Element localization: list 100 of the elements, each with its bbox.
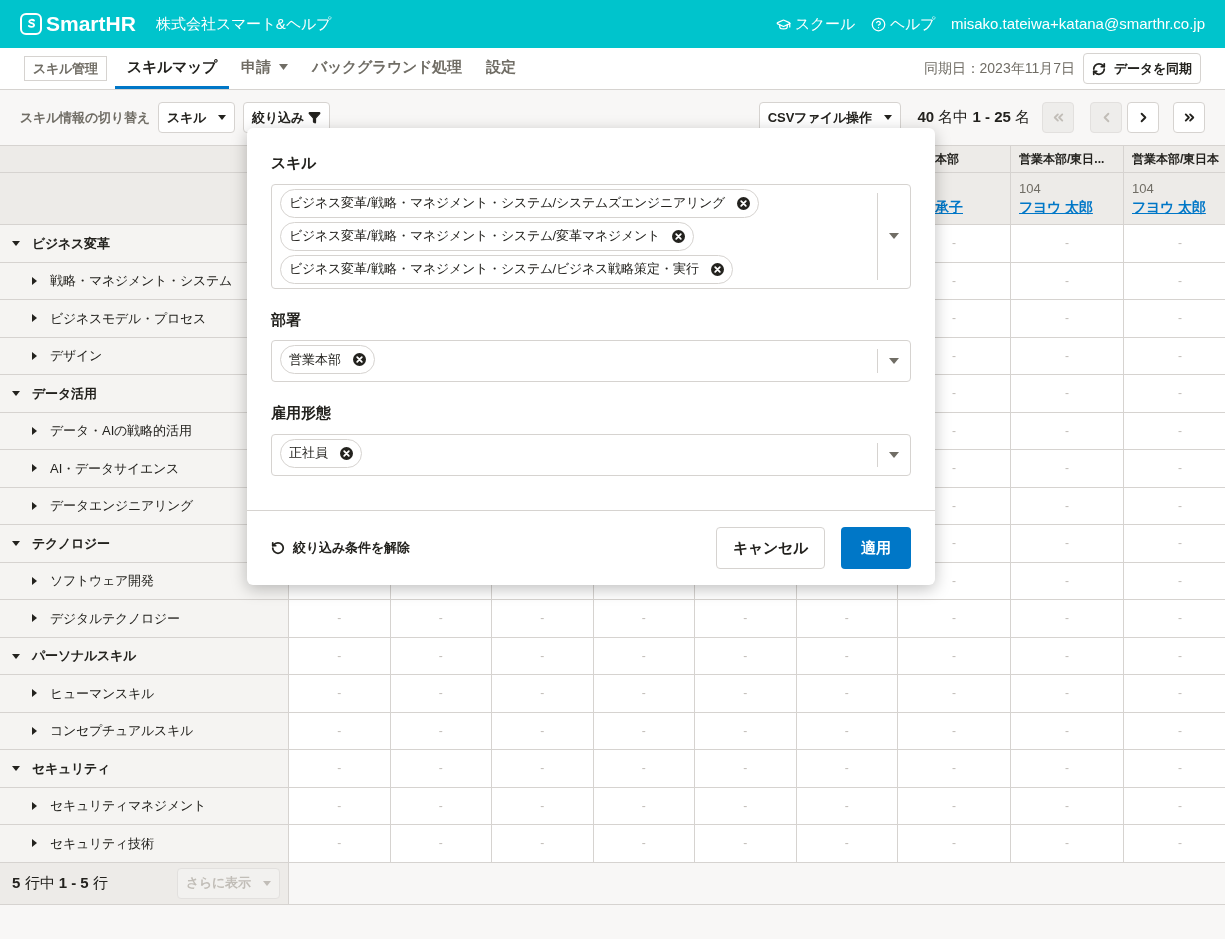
expand-caret-icon[interactable]	[30, 501, 38, 510]
skill-level-cell-text: -	[1065, 422, 1069, 440]
skill-level-cell-text: -	[952, 422, 956, 440]
collapse-caret-icon[interactable]	[12, 764, 20, 773]
pager-button[interactable]	[1127, 102, 1159, 133]
skill-level-cell-text: -	[540, 610, 545, 628]
caret-icon[interactable]	[889, 358, 899, 364]
skill-level-cell-text: -	[952, 685, 956, 703]
skill-level-cell-text: -	[1065, 797, 1069, 815]
expand-caret-icon[interactable]	[30, 614, 38, 623]
skill-level-cell-text: -	[952, 610, 956, 628]
apply-button[interactable]: 適用	[841, 527, 911, 569]
employee-name-link[interactable]: フヨウ 太郎	[1132, 197, 1206, 217]
skill-name[interactable]: セキュリティ技術	[50, 833, 154, 853]
skill-level-cell-text: -	[1178, 535, 1182, 553]
remove-icon[interactable]	[711, 262, 725, 276]
employee-name-link[interactable]: 承子	[935, 196, 963, 217]
remove-icon[interactable]	[353, 353, 366, 366]
skill-level-cell-text: -	[438, 647, 443, 665]
skill-level-cell-text: -	[1178, 385, 1182, 403]
expand-caret-icon[interactable]	[30, 314, 38, 323]
skill-level-cell-text: -	[743, 685, 748, 703]
skill-level-cell-text: -	[1178, 647, 1182, 665]
expand-caret-icon[interactable]	[30, 839, 38, 848]
skill-level-cell-text: -	[337, 760, 342, 778]
caret-icon[interactable]	[889, 451, 899, 458]
expand-caret-icon[interactable]	[30, 351, 38, 360]
department-header: 営業本部/東日...	[1019, 151, 1105, 168]
skill-level-cell-text: -	[438, 835, 443, 853]
help-icon	[870, 16, 886, 32]
nav-tab[interactable]: 申請	[229, 48, 300, 89]
skill-level-cell-text: -	[952, 310, 956, 328]
skill-name[interactable]: ビジネスモデル・プロセス	[50, 308, 206, 328]
caret-icon[interactable]	[889, 233, 899, 239]
skill-level-cell-text: -	[1065, 647, 1069, 665]
expand-caret-icon[interactable]	[30, 726, 38, 735]
collapse-caret-icon[interactable]	[12, 651, 20, 660]
skill-level-cell-text: -	[844, 722, 849, 740]
skill-name[interactable]: デザイン	[50, 346, 102, 366]
collapse-caret-icon[interactable]	[12, 239, 20, 248]
skill-name[interactable]: ビジネス変革	[32, 233, 110, 253]
skill-level-cell-text: -	[952, 497, 956, 515]
expand-caret-icon[interactable]	[30, 576, 38, 585]
skill-level-cell-text: -	[743, 610, 748, 628]
filter-section-label: 雇用形態	[271, 403, 332, 423]
sync-date: 同期日：2023年11月7日	[923, 59, 1075, 78]
skill-level-cell-text: -	[438, 722, 443, 740]
skill-level-cell-text: -	[743, 835, 748, 853]
expand-caret-icon[interactable]	[30, 276, 38, 285]
skill-level-cell-text: -	[641, 610, 646, 628]
skill-level-cell-text: -	[952, 572, 956, 590]
skill-level-cell-text: -	[337, 685, 342, 703]
skill-name[interactable]: セキュリティ	[32, 758, 110, 778]
skill-level-cell-text: -	[438, 685, 443, 703]
skill-level-cell-text: -	[540, 685, 545, 703]
skill-name[interactable]: パーソナルスキル	[32, 646, 136, 666]
skill-level-cell-text: -	[1065, 722, 1069, 740]
skill-level-cell-text: -	[844, 760, 849, 778]
pager-button[interactable]	[1173, 102, 1205, 133]
collapse-caret-icon[interactable]	[12, 539, 20, 548]
skill-level-cell-text: -	[641, 835, 646, 853]
remove-icon[interactable]	[672, 229, 686, 243]
remove-icon[interactable]	[340, 446, 353, 460]
sync-button[interactable]: データを同期	[1083, 53, 1201, 84]
skill-level-cell-text: -	[952, 235, 956, 253]
skill-level-cell-text: -	[952, 272, 956, 290]
skill-level-cell-text: -	[952, 647, 956, 665]
collapse-caret-icon[interactable]	[12, 389, 20, 398]
multi-select-field[interactable]: ビジネス変革/戦略・マネジメント・システム/システムズエンジニアリング ビジネス変革/戦略・マネジメント・システム/変革マネジメント ビジネス変革/戦略・マネジメント・システム/ビジネス戦略策定・実行	[271, 183, 911, 289]
skill-level-cell-text: -	[1178, 797, 1182, 815]
multi-select-field[interactable]: 正社員	[271, 433, 911, 476]
nav-tab[interactable]: 設定	[474, 48, 528, 89]
skill-level-cell-text: -	[337, 797, 342, 815]
skill-level-cell-text: -	[1178, 760, 1182, 778]
reset-filter-button[interactable]: 絞り込み条件を解除	[271, 538, 410, 558]
skill-level-cell-text: -	[1178, 235, 1182, 253]
skill-name[interactable]: ヒューマンスキル	[50, 683, 154, 703]
skill-level-cell-text: -	[1178, 835, 1182, 853]
skill-name[interactable]: データ活用	[32, 383, 97, 403]
skill-level-cell-text: -	[1065, 235, 1069, 253]
employee-name-link[interactable]: フヨウ 太郎	[1019, 197, 1093, 217]
skill-level-cell-text: -	[952, 535, 956, 553]
expand-caret-icon[interactable]	[30, 689, 38, 698]
row-count: 5 行中 1 - 5 行	[12, 872, 108, 893]
skill-level-cell-text: -	[641, 647, 646, 665]
multi-select-field[interactable]: 営業本部	[271, 340, 911, 382]
skill-name[interactable]: ソフトウェア開発	[50, 571, 154, 591]
skill-level-cell-text: -	[438, 610, 443, 628]
expand-caret-icon[interactable]	[30, 464, 38, 473]
remove-icon[interactable]	[737, 196, 751, 210]
cancel-button[interactable]: キャンセル	[716, 527, 825, 569]
skill-name[interactable]: テクノロジー	[32, 533, 110, 553]
nav-tab[interactable]: バックグラウンド処理	[300, 48, 474, 89]
expand-caret-icon[interactable]	[30, 426, 38, 435]
skill-level-cell-text: -	[1178, 610, 1182, 628]
skill-dropdown[interactable]: スキル	[158, 102, 235, 133]
skill-level-cell-text: -	[952, 385, 956, 403]
skill-level-cell-text: -	[1065, 610, 1069, 628]
expand-caret-icon[interactable]	[30, 801, 38, 810]
nav-tab[interactable]: スキルマップ	[115, 48, 229, 89]
